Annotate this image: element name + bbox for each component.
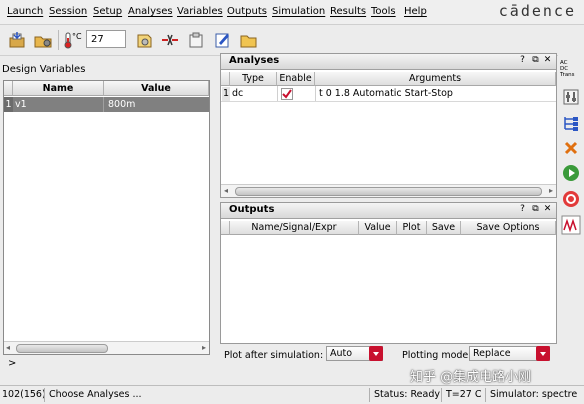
row-index: 1 (4, 97, 13, 112)
menu-tools[interactable]: Tools (371, 6, 396, 17)
row-header-corner (4, 81, 13, 96)
run-simulation-icon[interactable] (560, 162, 582, 184)
cadence-logo: cādence (498, 2, 576, 20)
design-variables-table: Name Value 1 v1 800m ◂ ▸ (3, 80, 210, 355)
outputs-panel: Outputs ? ⧉ ✕ Name/Signal/Expr Value Plo… (220, 202, 557, 344)
menu-launch[interactable]: Launch (7, 6, 43, 17)
row-index: 1 (222, 87, 230, 101)
column-type[interactable]: Type (230, 72, 277, 86)
column-enable[interactable]: Enable (277, 72, 315, 86)
setup-icon[interactable] (560, 86, 582, 108)
scroll-left-icon[interactable]: ◂ (6, 343, 10, 352)
right-toolbar: AC DC Trans (558, 54, 584, 384)
stop-simulation-icon[interactable] (560, 188, 582, 210)
save-state-icon[interactable] (32, 29, 54, 51)
column-save[interactable]: Save (427, 221, 461, 235)
temperature-input[interactable]: 27 (86, 30, 126, 48)
status-counter: 102(156) (2, 389, 46, 400)
scrollbar-thumb[interactable] (235, 187, 542, 196)
menu-session[interactable]: Session (49, 6, 87, 17)
toolbar: °C 27 (0, 25, 584, 56)
column-name-signal-expr[interactable]: Name/Signal/Expr (230, 221, 359, 235)
design-variables-title: Design Variables (2, 64, 86, 75)
outputs-panel-header: Outputs ? ⧉ ✕ (221, 203, 556, 219)
load-state-icon[interactable] (6, 29, 28, 51)
clipboard-icon[interactable] (185, 29, 207, 51)
column-arguments[interactable]: Arguments (315, 72, 556, 86)
watermark-text: 知乎 @集成电路小刚 (410, 370, 532, 385)
close-icon[interactable]: ✕ (542, 55, 553, 66)
row-header-corner (221, 221, 230, 235)
scroll-right-icon[interactable]: ▸ (202, 343, 206, 352)
analysis-arguments-cell[interactable]: t 0 1.8 Automatic Start-Stop (319, 87, 453, 101)
float-icon[interactable]: ⧉ (530, 204, 541, 215)
analyses-panel: Analyses ? ⧉ ✕ Type Enable Arguments 1 d… (220, 53, 557, 198)
select-on-schematic-icon[interactable] (159, 29, 181, 51)
chevron-down-icon[interactable] (369, 346, 383, 361)
menu-variables[interactable]: Variables (177, 6, 223, 17)
outputs-title: Outputs (229, 204, 275, 215)
column-name[interactable]: Name (13, 81, 104, 96)
status-state: Status: Ready (369, 388, 440, 402)
variable-name-cell[interactable]: v1 (13, 97, 104, 112)
float-icon[interactable]: ⧉ (530, 55, 541, 66)
analyses-title: Analyses (229, 55, 280, 66)
svg-text:°C: °C (72, 32, 82, 41)
scrollbar-thumb[interactable] (16, 344, 108, 353)
analysis-type-cell[interactable]: dc (232, 87, 243, 101)
horizontal-scrollbar[interactable]: ◂ ▸ (221, 184, 556, 197)
help-icon[interactable]: ? (517, 55, 528, 66)
row-header-corner (221, 72, 230, 86)
status-bar: 102(156) Choose Analyses ... Status: Rea… (0, 385, 584, 404)
status-message: Choose Analyses ... (44, 388, 142, 402)
column-save-options[interactable]: Save Options (461, 221, 556, 235)
column-value[interactable]: Value (104, 81, 209, 96)
variable-value-cell[interactable]: 800m (104, 97, 209, 112)
plot-after-simulation-label: Plot after simulation: (224, 350, 324, 361)
command-prompt-marker: > (8, 358, 17, 369)
menu-help[interactable]: Help (404, 6, 427, 17)
column-plot[interactable]: Plot (397, 221, 427, 235)
horizontal-scrollbar[interactable]: ◂ ▸ (4, 341, 209, 354)
menu-outputs[interactable]: Outputs (227, 6, 267, 17)
thermometer-icon: °C (62, 29, 82, 51)
chevron-down-icon[interactable] (536, 346, 550, 361)
scroll-right-icon[interactable]: ▸ (549, 186, 553, 195)
edit-document-icon[interactable] (212, 29, 234, 51)
column-value[interactable]: Value (359, 221, 397, 235)
plotting-mode-select[interactable]: Replace (469, 346, 550, 361)
menu-simulation[interactable]: Simulation (272, 6, 325, 17)
status-simulator: Simulator: spectre (485, 388, 577, 402)
menu-analyses[interactable]: Analyses (128, 6, 173, 17)
enable-checkbox[interactable] (281, 88, 293, 100)
close-icon[interactable]: ✕ (542, 204, 553, 215)
edit-variables-icon[interactable] (133, 29, 155, 51)
delete-icon[interactable] (560, 137, 582, 159)
choose-analyses-button[interactable]: AC DC Trans (560, 58, 582, 80)
status-temperature: T=27 C (441, 388, 482, 402)
plot-outputs-icon[interactable] (560, 214, 582, 236)
plotting-mode-label: Plotting mode: (402, 350, 472, 361)
netlist-icon[interactable] (560, 112, 582, 134)
plotting-mode-value: Replace (473, 348, 511, 359)
open-folder-icon[interactable] (238, 29, 260, 51)
analyses-panel-header: Analyses ? ⧉ ✕ (221, 54, 556, 70)
trans-label: Trans (560, 72, 575, 78)
menu-bar: Launch Session Setup Analyses Variables … (0, 0, 584, 25)
help-icon[interactable]: ? (517, 204, 528, 215)
menu-setup[interactable]: Setup (93, 6, 122, 17)
scroll-left-icon[interactable]: ◂ (224, 186, 228, 195)
menu-results[interactable]: Results (330, 6, 366, 17)
plot-after-simulation-value: Auto (330, 348, 353, 359)
plot-after-simulation-select[interactable]: Auto (326, 346, 383, 361)
